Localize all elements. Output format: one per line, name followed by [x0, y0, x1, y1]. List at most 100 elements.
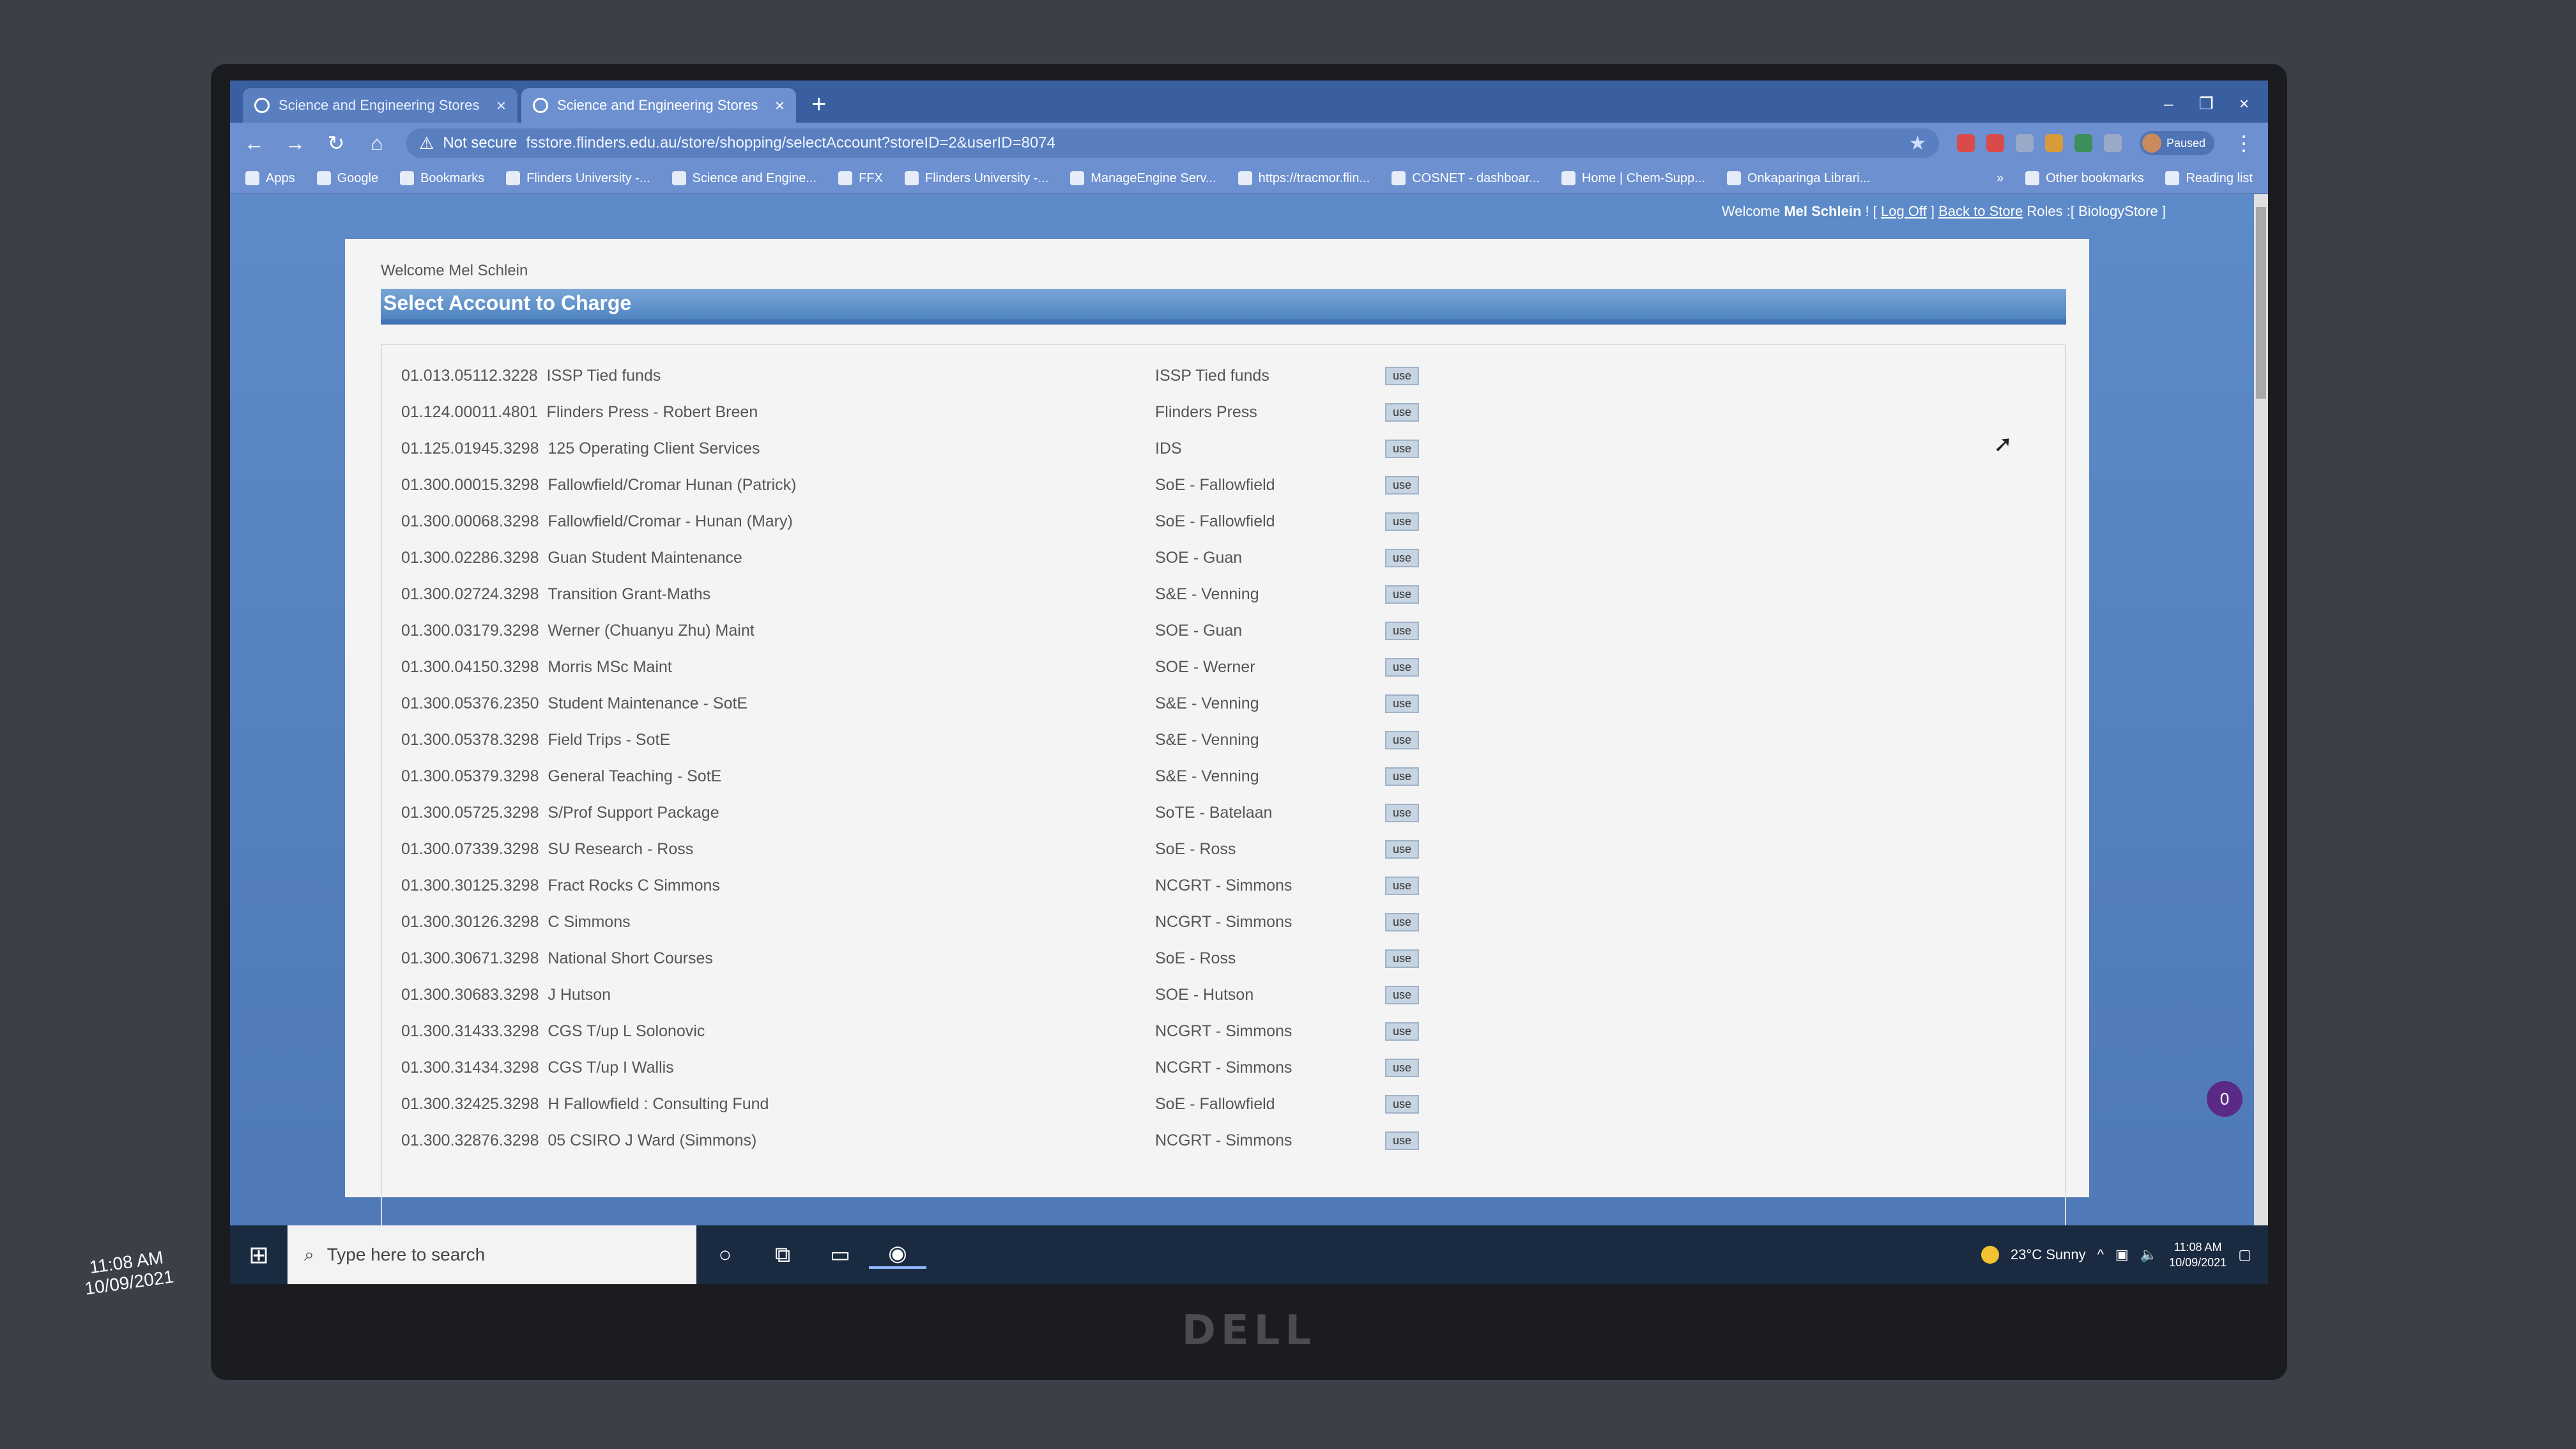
extension-icon[interactable] — [1956, 134, 1975, 152]
tab-1[interactable]: Science and Engineering Stores × — [243, 88, 518, 123]
use-button[interactable]: use — [1385, 694, 1420, 713]
chevron-up-icon[interactable]: ^ — [2097, 1246, 2104, 1263]
account-group: ISSP Tied funds — [1155, 367, 1269, 385]
tab-2[interactable]: Science and Engineering Stores × — [521, 88, 796, 123]
bookmark-chem-supp[interactable]: Home | Chem-Supp... — [1561, 171, 1705, 186]
bookmark-icon — [904, 171, 919, 185]
reading-list[interactable]: Reading list — [2165, 171, 2253, 186]
logoff-link[interactable]: Log Off — [1881, 203, 1927, 219]
volume-icon[interactable]: 🔈 — [2140, 1246, 2158, 1263]
account-code: 01.300.00015.3298 — [401, 476, 539, 494]
bookmark-label: Bookmarks — [420, 171, 485, 185]
bookmark-bookmarks[interactable]: Bookmarks — [400, 171, 484, 186]
account-row: 01.300.02724.3298 Transition Grant-Maths… — [401, 576, 2046, 613]
account-group: S&E - Venning — [1155, 694, 1259, 712]
back-icon[interactable]: ← — [243, 132, 266, 155]
close-icon[interactable]: × — [775, 96, 785, 116]
use-button[interactable]: use — [1385, 731, 1420, 749]
bookmark-science[interactable]: Science and Engine... — [671, 171, 816, 186]
restore-button[interactable]: ❐ — [2199, 94, 2214, 114]
forward-icon[interactable]: → — [284, 132, 307, 155]
bookmark-google[interactable]: Google — [316, 171, 378, 186]
account-code: 01.125.01945.3298 — [401, 440, 539, 457]
minimize-button[interactable]: – — [2164, 94, 2173, 114]
account-code: 01.300.31433.3298 — [401, 1022, 539, 1040]
use-button[interactable]: use — [1385, 1131, 1420, 1150]
cortana-icon[interactable]: ○ — [696, 1243, 754, 1268]
bookmark-tracmor[interactable]: https://tracmor.flin... — [1238, 171, 1370, 186]
bookmark-ffx[interactable]: FFX — [838, 171, 883, 186]
windows-start-icon[interactable]: ⊞ — [230, 1241, 288, 1269]
taskbar-search[interactable]: ⌕ Type here to search — [288, 1225, 696, 1284]
security-label[interactable]: Not secure — [443, 134, 517, 152]
notifications-icon[interactable]: ▢ — [2238, 1246, 2251, 1263]
extension-icon[interactable] — [2015, 134, 2034, 152]
account-code: 01.300.30126.3298 — [401, 913, 539, 931]
weather-widget[interactable]: 23°C Sunny — [2011, 1246, 2086, 1263]
pdf-extension-icon[interactable] — [1986, 134, 2004, 152]
bookmark-cosnet[interactable]: COSNET - dashboar... — [1392, 171, 1540, 186]
bookmark-manageengine[interactable]: ManageEngine Serv... — [1070, 171, 1216, 186]
bookmark-flinders-2[interactable]: Flinders University -... — [904, 171, 1048, 186]
account-name: J Hutson — [548, 986, 611, 1004]
home-icon[interactable]: ⌂ — [365, 132, 388, 155]
address-bar[interactable]: ⚠ Not secure fsstore.flinders.edu.au/sto… — [406, 128, 1939, 158]
back-to-store-link[interactable]: Back to Store — [1938, 203, 2023, 219]
bookmark-onkaparinga[interactable]: Onkaparinga Librari... — [1726, 171, 1870, 186]
profile-button[interactable]: Paused — [2139, 131, 2214, 155]
url-text[interactable]: fsstore.flinders.edu.au/store/shopping/s… — [526, 134, 1055, 152]
extension-icon[interactable] — [2044, 134, 2063, 152]
other-bookmarks[interactable]: Other bookmarks — [2025, 171, 2143, 186]
menu-icon[interactable]: ⋮ — [2232, 131, 2255, 155]
use-button[interactable]: use — [1385, 986, 1420, 1004]
use-button[interactable]: use — [1385, 622, 1420, 640]
home-icon — [1561, 171, 1575, 185]
clock[interactable]: 11:08 AM 10/09/2021 — [2169, 1239, 2227, 1270]
use-button[interactable]: use — [1385, 767, 1420, 786]
use-button[interactable]: use — [1385, 476, 1420, 494]
puzzle-icon[interactable] — [2103, 134, 2122, 152]
use-button[interactable]: use — [1385, 403, 1420, 422]
use-button[interactable]: use — [1385, 1095, 1420, 1114]
account-code-name: 01.300.04150.3298 Morris MSc Maint — [401, 658, 1155, 677]
use-button[interactable]: use — [1385, 585, 1420, 604]
extension-icon[interactable] — [2074, 134, 2092, 152]
use-button[interactable]: use — [1385, 913, 1420, 931]
account-row: 01.125.01945.3298 125 Operating Client S… — [401, 431, 2046, 467]
use-button[interactable]: use — [1385, 877, 1420, 895]
use-button[interactable]: use — [1385, 949, 1420, 968]
use-button[interactable]: use — [1385, 1022, 1420, 1041]
bookmarks-bar: Apps Google Bookmarks Flinders Universit… — [230, 164, 2268, 194]
task-view-icon[interactable]: ⧉ — [754, 1243, 811, 1268]
account-group: SoE - Ross — [1155, 949, 1236, 967]
account-code-name: 01.300.30671.3298 National Short Courses — [401, 949, 1155, 968]
notification-badge[interactable]: 0 — [2207, 1081, 2242, 1117]
close-icon[interactable]: × — [496, 96, 506, 116]
taskbar: ⊞ ⌕ Type here to search ○ ⧉ ▭ ◉ 23°C Sun… — [230, 1225, 2268, 1284]
file-explorer-icon[interactable]: ▭ — [811, 1242, 869, 1268]
use-button[interactable]: use — [1385, 804, 1420, 822]
more-bookmarks-button[interactable]: » — [1997, 171, 2004, 186]
use-button[interactable]: use — [1385, 840, 1420, 859]
account-code-name: 01.300.30125.3298 Fract Rocks C Simmons — [401, 877, 1155, 895]
use-button[interactable]: use — [1385, 512, 1420, 531]
scrollbar[interactable] — [2254, 194, 2268, 1225]
new-tab-button[interactable]: + — [800, 90, 838, 123]
scrollbar-thumb[interactable] — [2256, 207, 2266, 399]
bookmark-label: COSNET - dashboar... — [1412, 171, 1540, 185]
star-icon[interactable]: ★ — [1909, 132, 1926, 155]
use-button[interactable]: use — [1385, 549, 1420, 567]
use-button[interactable]: use — [1385, 1059, 1420, 1077]
reload-icon[interactable]: ↻ — [325, 131, 348, 155]
account-group: SoE - Fallowfield — [1155, 476, 1275, 494]
bookmark-flinders-1[interactable]: Flinders University -... — [506, 171, 650, 186]
globe-icon — [254, 98, 270, 113]
chrome-icon[interactable]: ◉ — [869, 1241, 926, 1269]
network-icon[interactable]: ▣ — [2115, 1246, 2129, 1263]
bookmark-apps[interactable]: Apps — [245, 171, 295, 186]
use-button[interactable]: use — [1385, 367, 1420, 385]
close-window-button[interactable]: × — [2239, 94, 2249, 114]
use-button[interactable]: use — [1385, 440, 1420, 458]
account-name: SU Research - Ross — [548, 840, 694, 858]
use-button[interactable]: use — [1385, 658, 1420, 677]
